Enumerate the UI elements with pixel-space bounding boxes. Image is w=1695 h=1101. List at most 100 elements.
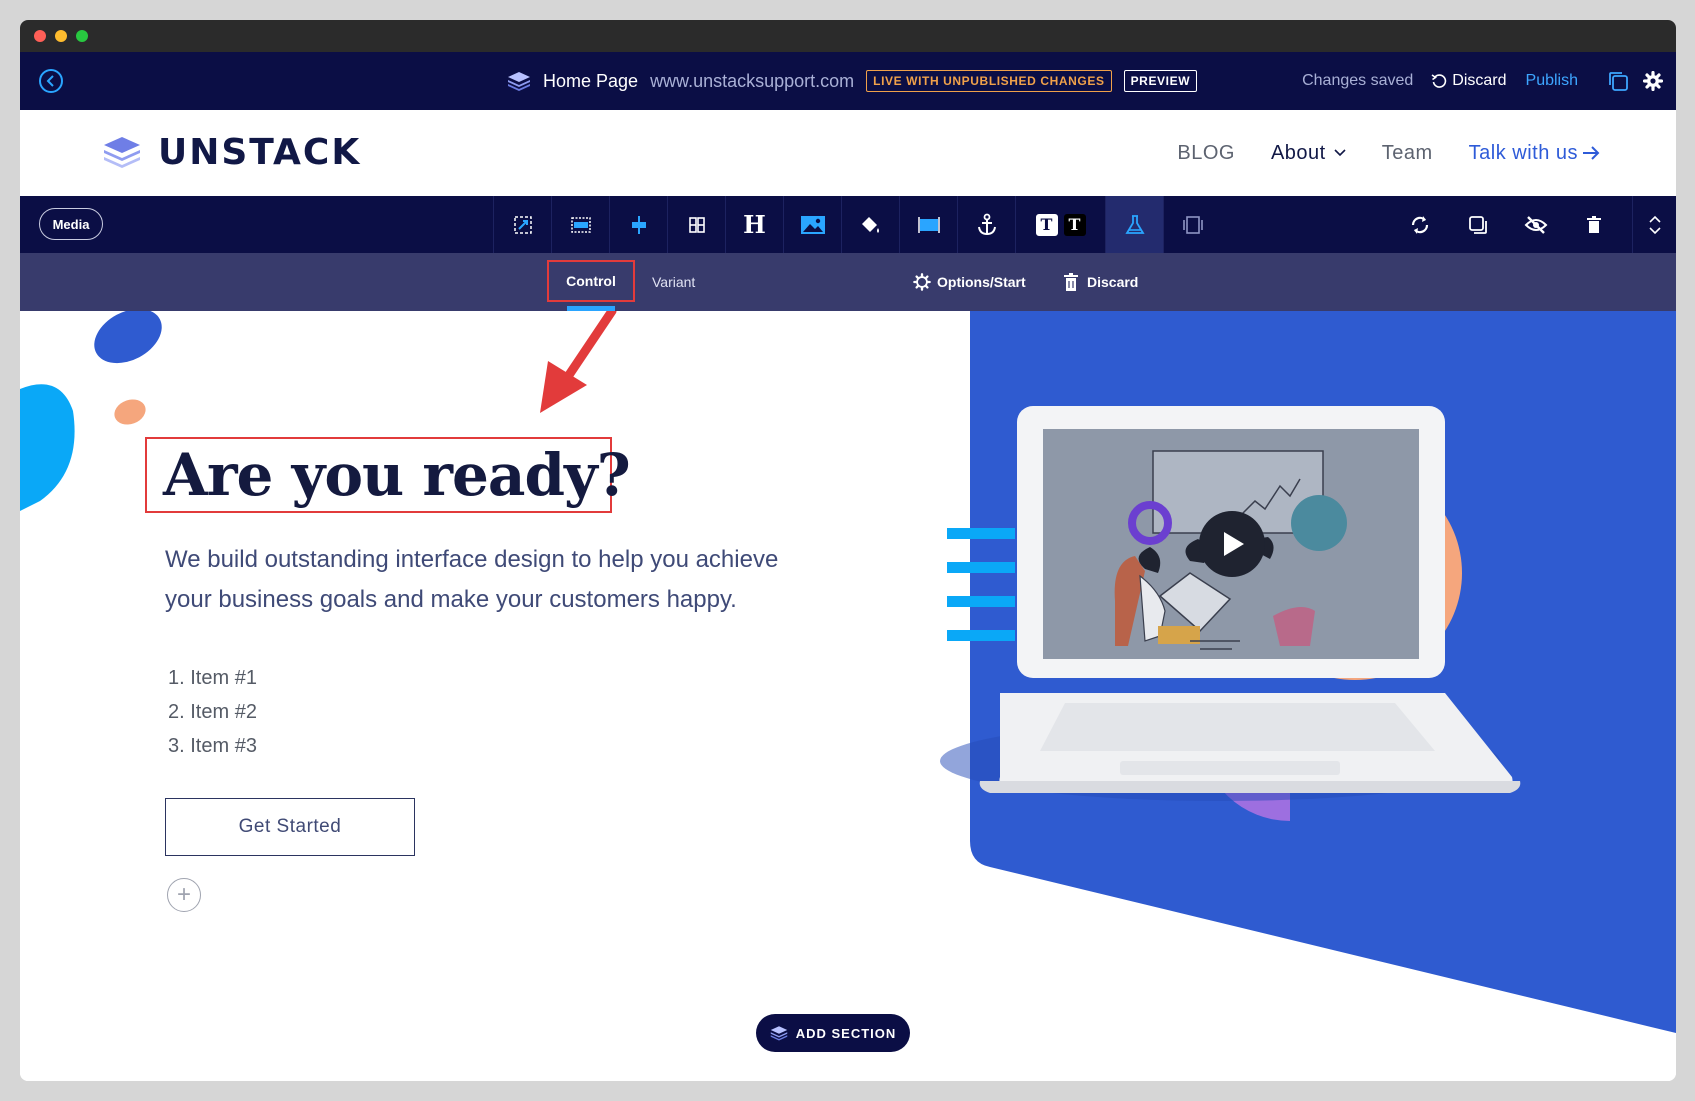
heading-icon: H — [743, 210, 766, 239]
move-section-controls — [1632, 196, 1676, 253]
undo-icon — [1431, 74, 1447, 88]
close-window-button[interactable] — [34, 30, 46, 42]
annotation-arrow — [540, 311, 617, 413]
list-item: 1. Item #1 — [168, 667, 257, 689]
minimize-window-button[interactable] — [55, 30, 67, 42]
chevron-left-icon — [46, 75, 54, 87]
tool-anchor[interactable] — [957, 196, 1015, 253]
tool-text-style[interactable]: T T — [1015, 196, 1105, 253]
trash-icon — [1587, 215, 1601, 233]
duplicate-pages-button[interactable] — [1606, 69, 1630, 93]
delete-section-button[interactable] — [1580, 211, 1608, 239]
layout-block-icon — [917, 216, 940, 233]
hide-section-button[interactable] — [1522, 211, 1550, 239]
nav-links: BLOG About Team Talk with us — [1177, 110, 1600, 196]
text-style-dark-glyph: T — [1068, 215, 1081, 234]
section-actions — [1406, 196, 1608, 253]
list-item: 2. Item #2 — [168, 701, 257, 723]
discard-test-button[interactable]: Discard — [1063, 253, 1138, 311]
tool-ab-test[interactable] — [1105, 196, 1163, 253]
hero-section[interactable]: Are you ready? We build outstanding inte… — [20, 311, 1676, 1081]
options-start-button[interactable]: Options/Start — [913, 253, 1026, 311]
site-url[interactable]: www.unstacksupport.com — [650, 71, 854, 92]
page-name[interactable]: Home Page — [543, 71, 638, 92]
app-window: Home Page www.unstacksupport.com LIVE WI… — [20, 20, 1676, 1081]
editor-actions: Changes saved Discard Publish — [1302, 52, 1676, 110]
variant-tab[interactable]: Variant — [652, 253, 695, 311]
nav-link-talk-label: Talk with us — [1468, 141, 1578, 164]
hero-subtext[interactable]: We build outstanding interface design to… — [165, 540, 825, 620]
back-button[interactable] — [39, 69, 63, 93]
hero-headline[interactable]: Are you ready? — [163, 437, 631, 513]
text-style-light-glyph: T — [1040, 215, 1053, 234]
unstack-logo-icon — [104, 136, 140, 168]
maximize-window-button[interactable] — [76, 30, 88, 42]
nav-link-talk[interactable]: Talk with us — [1469, 142, 1600, 165]
paint-bucket-icon — [861, 216, 879, 233]
columns-icon — [688, 216, 705, 233]
tool-background[interactable] — [841, 196, 899, 253]
text-style-dark-icon: T — [1063, 213, 1086, 236]
duplicate-icon — [1469, 215, 1487, 234]
tool-device-view[interactable] — [1163, 196, 1221, 253]
nav-link-about[interactable]: About — [1271, 142, 1346, 165]
ab-test-icon — [1124, 214, 1145, 234]
add-block-button[interactable]: + — [167, 878, 201, 912]
hero-illustration — [940, 311, 1676, 1033]
duplicate-section-button[interactable] — [1464, 211, 1492, 239]
chevron-down-icon[interactable] — [1648, 226, 1661, 235]
tool-columns[interactable] — [667, 196, 725, 253]
site-navigation: UNSTACK BLOG About Team Talk with us — [20, 110, 1676, 196]
full-width-icon — [570, 216, 591, 233]
section-tools: H T T — [493, 196, 1221, 253]
tool-selection[interactable] — [493, 196, 551, 253]
ab-test-bar: Control Variant Options/Start Discard — [20, 253, 1676, 311]
stack-logo-icon — [508, 72, 530, 91]
swap-section-button[interactable] — [1406, 211, 1434, 239]
discard-test-label: Discard — [1087, 274, 1139, 290]
tool-layout[interactable] — [899, 196, 957, 253]
gear-icon — [913, 273, 931, 291]
trash-icon — [1064, 273, 1078, 291]
save-status: Changes saved — [1302, 72, 1414, 89]
page-info: Home Page www.unstacksupport.com LIVE WI… — [507, 52, 1198, 110]
nav-link-team[interactable]: Team — [1382, 142, 1433, 165]
text-style-light-icon: T — [1035, 213, 1058, 236]
logo-text: UNSTACK — [158, 132, 362, 173]
arrow-right-icon — [1583, 146, 1600, 160]
stack-icon — [770, 1026, 787, 1041]
tool-heading[interactable]: H — [725, 196, 783, 253]
copy-icon — [1609, 72, 1628, 91]
chevron-up-icon[interactable] — [1648, 215, 1661, 223]
tool-full-width[interactable] — [551, 196, 609, 253]
discard-changes-button[interactable]: Discard — [1431, 72, 1507, 90]
preview-button[interactable]: PREVIEW — [1123, 70, 1198, 92]
gear-icon — [1643, 71, 1663, 91]
editor-top-bar: Home Page www.unstacksupport.com LIVE WI… — [20, 52, 1676, 110]
live-status-badge: LIVE WITH UNPUBLISHED CHANGES — [866, 70, 1112, 92]
settings-button[interactable] — [1641, 69, 1665, 93]
add-section-button[interactable]: ADD SECTION — [756, 1014, 910, 1052]
site-logo[interactable]: UNSTACK — [102, 132, 361, 173]
image-icon — [800, 215, 825, 234]
section-toolbar: Media H T T — [20, 196, 1676, 253]
options-start-label: Options/Start — [937, 274, 1026, 290]
chevron-down-icon — [1334, 149, 1346, 157]
eye-slash-icon — [1524, 215, 1548, 234]
tool-align[interactable] — [609, 196, 667, 253]
nav-link-blog[interactable]: BLOG — [1177, 142, 1235, 165]
list-item: 3. Item #3 — [168, 735, 257, 757]
hero-list[interactable]: 1. Item #1 2. Item #2 3. Item #3 — [168, 661, 257, 763]
get-started-button[interactable]: Get Started — [165, 798, 415, 856]
device-view-icon — [1182, 215, 1203, 234]
control-tab[interactable]: Control — [547, 260, 635, 302]
publish-button[interactable]: Publish — [1526, 72, 1578, 90]
anchor-icon — [977, 213, 996, 235]
discard-label: Discard — [1452, 72, 1507, 89]
refresh-icon — [1411, 215, 1429, 234]
media-button[interactable]: Media — [39, 208, 103, 240]
tool-image[interactable] — [783, 196, 841, 253]
window-titlebar — [20, 20, 1676, 52]
align-center-icon — [631, 215, 646, 234]
add-section-label: ADD SECTION — [795, 1025, 897, 1041]
